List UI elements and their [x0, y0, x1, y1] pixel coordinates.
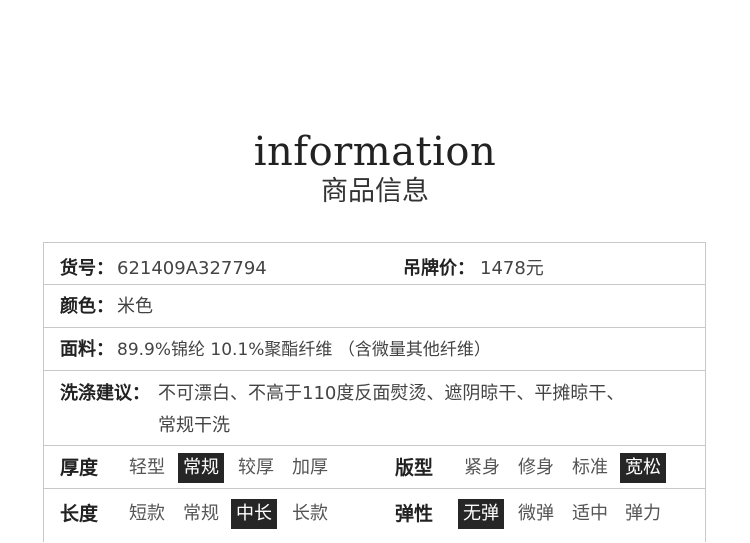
color-value: 米色	[117, 296, 153, 317]
fabric-row: 面料： 89.9%锦纶 10.1%聚酯纤维 （含微量其他纤维）	[44, 328, 705, 371]
fit-option-slim: 修身	[518, 457, 554, 478]
thickness-option-light: 轻型	[129, 457, 165, 478]
length-option-long: 长款	[292, 503, 328, 524]
wash-label: 洗涤建议：	[60, 383, 150, 404]
page-title-english: information	[253, 129, 497, 175]
elasticity-option-moderate: 适中	[572, 503, 608, 524]
thickness-fit-row: 厚度 轻型 常规 较厚 加厚 版型 紧身 修身 标准 宽松	[44, 446, 705, 489]
fit-label: 版型	[395, 457, 434, 479]
length-label: 长度	[60, 503, 99, 525]
fit-option-standard: 标准	[572, 457, 608, 478]
length-elasticity-row: 长度 短款 常规 中长 长款 弹性 无弹 微弹 适中 弹力	[44, 489, 705, 543]
fabric-value: 89.9%锦纶 10.1%聚酯纤维 （含微量其他纤维）	[117, 340, 491, 360]
elasticity-option-slight: 微弹	[518, 503, 554, 524]
fit-option-tight: 紧身	[464, 457, 500, 478]
price-value: 1478元	[480, 258, 544, 279]
thickness-label: 厚度	[60, 457, 99, 479]
wash-instructions-line2: 常规干洗	[158, 415, 230, 436]
thickness-option-regular-selected: 常规	[178, 453, 224, 483]
sku-value: 621409A327794	[117, 258, 267, 279]
wash-row: 洗涤建议： 不可漂白、不高于110度反面熨烫、遮阴晾干、平摊晾干、 常规干洗	[44, 371, 705, 446]
elasticity-option-stretch: 弹力	[625, 503, 661, 524]
length-option-regular: 常规	[183, 503, 219, 524]
elasticity-option-none-selected: 无弹	[458, 499, 504, 529]
fabric-label: 面料：	[60, 339, 114, 360]
elasticity-label: 弹性	[395, 503, 434, 525]
length-option-short: 短款	[129, 503, 165, 524]
page-title-chinese: 商品信息	[321, 176, 429, 207]
sku-label: 货号：	[60, 258, 114, 279]
product-info-table: 货号： 621409A327794 吊牌价： 1478元 颜色： 米色 面料： …	[43, 242, 706, 542]
thickness-option-extra-thick: 加厚	[292, 457, 328, 478]
color-row: 颜色： 米色	[44, 285, 705, 328]
wash-instructions-line1: 不可漂白、不高于110度反面熨烫、遮阴晾干、平摊晾干、	[158, 383, 625, 404]
thickness-option-thick: 较厚	[238, 457, 274, 478]
price-label: 吊牌价：	[403, 258, 475, 279]
length-option-mid-selected: 中长	[231, 499, 277, 529]
sku-price-row: 货号： 621409A327794 吊牌价： 1478元	[44, 243, 705, 285]
color-label: 颜色：	[60, 296, 114, 317]
fit-option-loose-selected: 宽松	[620, 453, 666, 483]
